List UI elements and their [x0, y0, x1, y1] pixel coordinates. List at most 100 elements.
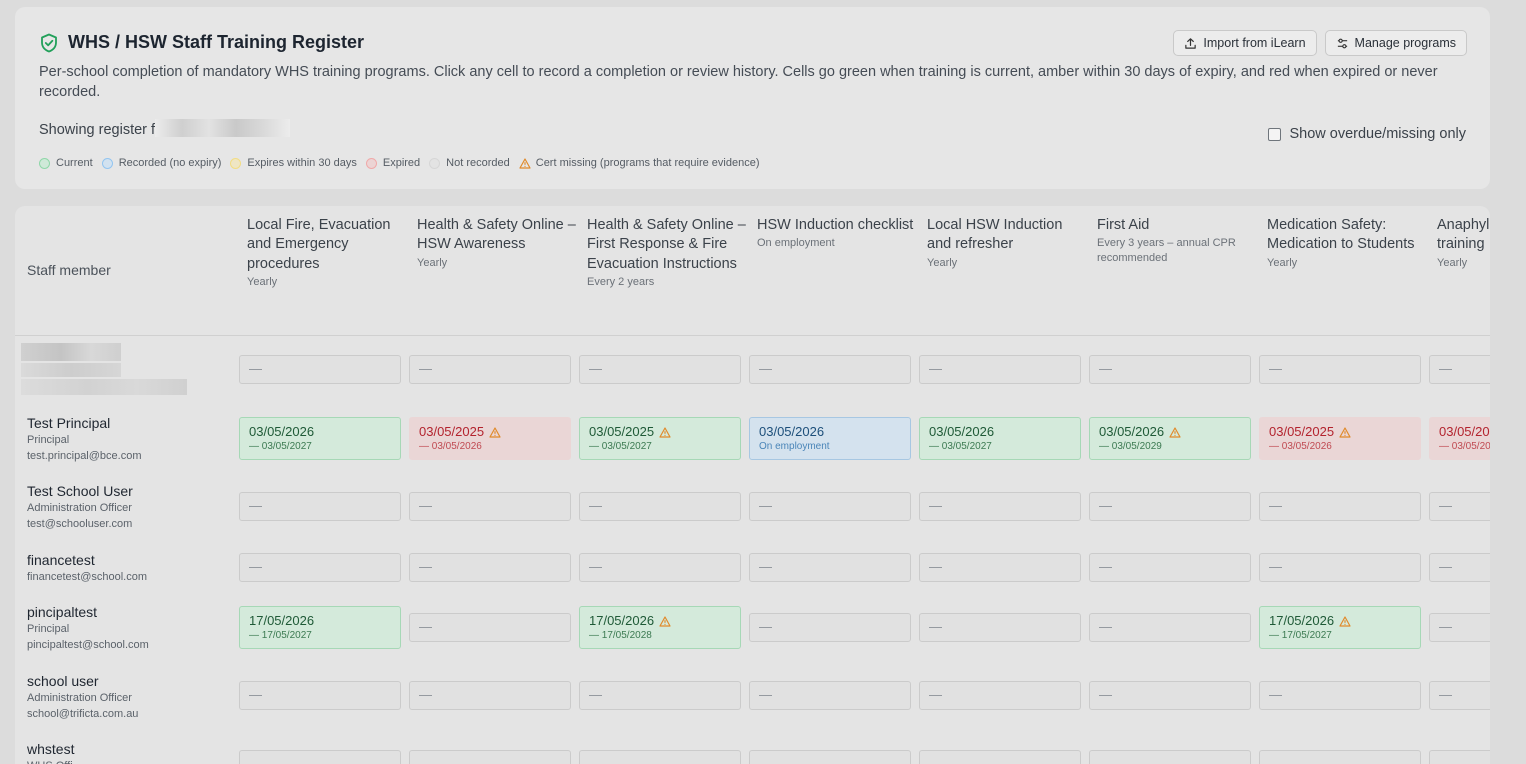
training-cell[interactable]: — [1089, 492, 1251, 521]
column-name: Local HSW Induction and refresher [927, 217, 1063, 253]
training-cell[interactable]: — [919, 553, 1081, 582]
training-cell[interactable]: 17/05/2026 — 17/05/2027 [1259, 606, 1421, 649]
training-cell[interactable]: 03/05/2026 — 03/05/2029 [1089, 417, 1251, 460]
training-cell[interactable]: — [579, 492, 741, 521]
warning-icon [1339, 615, 1351, 627]
training-cell[interactable]: 03/05/2025 — 03/05/2026 [409, 417, 571, 460]
training-cell[interactable]: — [1429, 355, 1490, 384]
staff-name: school user [27, 673, 99, 689]
training-cell[interactable]: — [579, 355, 741, 384]
expiry-date: — 03/05/2027 [249, 441, 312, 452]
training-cell[interactable]: — [1259, 355, 1421, 384]
training-cell[interactable]: — [1259, 553, 1421, 582]
training-cell[interactable]: 03/05/20 — 03/05/20 [1429, 417, 1490, 460]
legend-expiring: Expires within 30 days [230, 157, 357, 169]
training-cell[interactable]: — [749, 681, 911, 710]
warning-icon [1339, 426, 1351, 438]
table-header-row: Staff member Local Fire, Evacuation and … [15, 206, 1490, 336]
completion-date: 03/05/2025 [1269, 424, 1335, 439]
training-cell[interactable]: — [1089, 750, 1251, 764]
training-cell[interactable]: — [239, 492, 401, 521]
training-cell[interactable]: — [579, 750, 741, 764]
expiry-date: — 03/05/2027 [929, 441, 992, 452]
import-ilearn-button[interactable]: Import from iLearn [1173, 30, 1317, 56]
completion-date: 03/05/2026 [249, 424, 315, 439]
training-cell[interactable]: — [239, 750, 401, 764]
training-cell[interactable]: — [919, 613, 1081, 642]
training-cell[interactable]: — [409, 750, 571, 764]
expiry-date: — 03/05/20 [1439, 441, 1490, 452]
training-cell[interactable]: — [1429, 613, 1490, 642]
training-cell[interactable]: 17/05/2026 — 17/05/2028 [579, 606, 741, 649]
legend-recorded-label: Recorded (no expiry) [118, 157, 222, 169]
legend-expiring-label: Expires within 30 days [247, 157, 357, 169]
training-cell[interactable]: 03/05/2025 — 03/05/2027 [579, 417, 741, 460]
column-name: Health & Safety Online – HSW Awareness [417, 217, 576, 253]
legend-cert-missing-label: Cert missing (programs that require evid… [535, 157, 760, 169]
header-actions: Import from iLearn Manage programs [1173, 30, 1467, 56]
training-cell[interactable]: 03/05/2026 — 03/05/2027 [239, 417, 401, 460]
training-cell[interactable]: — [409, 553, 571, 582]
training-cell[interactable]: — [579, 553, 741, 582]
training-cell[interactable]: — [1089, 681, 1251, 710]
training-cell[interactable]: — [239, 355, 401, 384]
training-cell[interactable]: — [1259, 750, 1421, 764]
expiry-date: — 17/05/2027 [249, 630, 312, 641]
training-cell[interactable]: 03/05/2026 On employment [749, 417, 911, 460]
training-cell[interactable]: — [239, 681, 401, 710]
staff-member-row: financetest financetest@school.com [27, 551, 147, 585]
showing-register: Showing register f [39, 119, 291, 138]
training-cell[interactable]: — [1429, 750, 1490, 764]
column-header-medication-safety: Medication Safety: Medication to Student… [1267, 216, 1427, 271]
training-cell[interactable]: 17/05/2026 — 17/05/2027 [239, 606, 401, 649]
training-cell[interactable]: — [749, 750, 911, 764]
training-cell[interactable]: — [1259, 681, 1421, 710]
warning-icon [1169, 426, 1181, 438]
training-cell[interactable]: 03/05/2025 — 03/05/2026 [1259, 417, 1421, 460]
overdue-filter[interactable]: Show overdue/missing only [1268, 126, 1466, 142]
upload-icon [1185, 37, 1197, 49]
legend-not-recorded-swatch [429, 157, 441, 169]
staff-member-row: school user Administration Officer schoo… [27, 672, 138, 722]
training-cell[interactable]: — [749, 492, 911, 521]
training-cell[interactable]: — [409, 355, 571, 384]
completion-date: 03/05/20 [1439, 424, 1490, 439]
training-cell[interactable]: — [749, 553, 911, 582]
legend-current-swatch [39, 157, 50, 169]
training-cell[interactable]: — [919, 750, 1081, 764]
staff-role: Administration Officer [27, 502, 132, 514]
training-cell[interactable]: — [409, 613, 571, 642]
training-cell[interactable]: — [749, 613, 911, 642]
training-cell[interactable]: — [579, 681, 741, 710]
training-cell[interactable]: — [1429, 681, 1490, 710]
expiry-date: — 03/05/2027 [589, 441, 652, 452]
column-name: HSW Induction checklist [757, 217, 914, 233]
training-cell[interactable]: — [919, 492, 1081, 521]
training-cell[interactable]: — [239, 553, 401, 582]
column-frequency: Yearly [417, 256, 448, 269]
legend-cert-missing: Cert missing (programs that require evid… [519, 157, 760, 169]
overdue-checkbox[interactable] [1268, 127, 1282, 141]
staff-role: Principal [27, 434, 70, 446]
expiry-date: — 03/05/2029 [1099, 441, 1162, 452]
training-cell[interactable]: — [409, 681, 571, 710]
training-cell[interactable]: — [1089, 553, 1251, 582]
training-cell[interactable]: 03/05/2026 — 03/05/2027 [919, 417, 1081, 460]
training-cell[interactable]: — [1259, 492, 1421, 521]
legend-expired-label: Expired [382, 157, 421, 169]
expiry-date: — 17/05/2028 [589, 630, 652, 641]
manage-programs-button[interactable]: Manage programs [1324, 30, 1467, 56]
staff-role: Administration Officer [27, 692, 132, 704]
training-cell[interactable]: — [919, 355, 1081, 384]
legend-current-label: Current [56, 157, 93, 169]
training-cell[interactable]: — [1429, 553, 1490, 582]
staff-member-row: whstest WHS Offi [27, 740, 74, 764]
training-cell[interactable]: — [1089, 613, 1251, 642]
staff-email: test@schooluser.com [27, 518, 133, 530]
staff-name: Test School User [27, 483, 133, 499]
training-cell[interactable]: — [409, 492, 571, 521]
training-cell[interactable]: — [1089, 355, 1251, 384]
training-cell[interactable]: — [749, 355, 911, 384]
training-cell[interactable]: — [919, 681, 1081, 710]
training-cell[interactable]: — [1429, 492, 1490, 521]
